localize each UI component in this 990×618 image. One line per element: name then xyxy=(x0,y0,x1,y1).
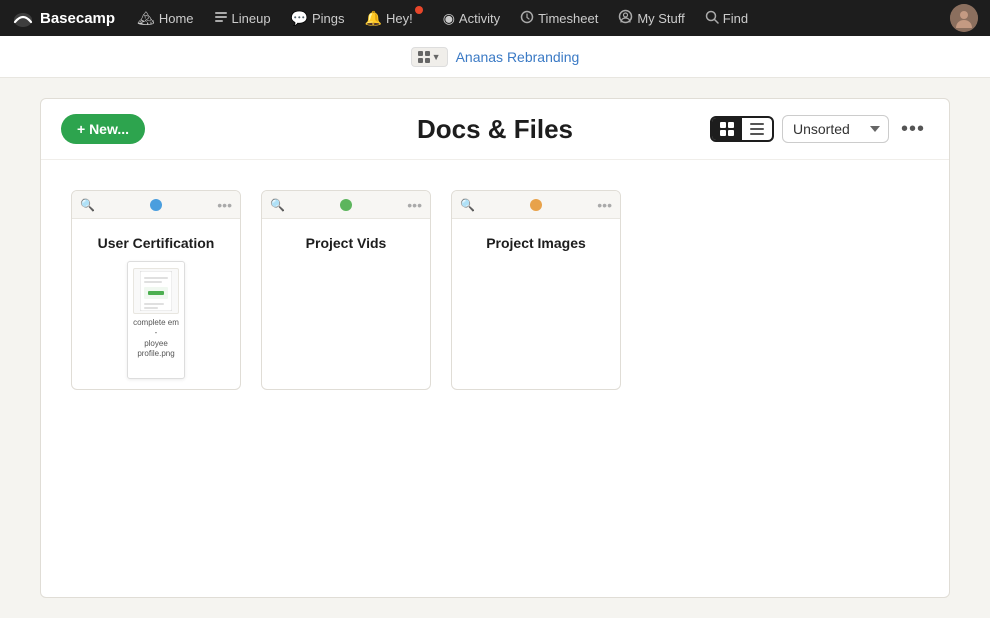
file-name: complete em-ployeeprofile.png xyxy=(132,318,180,360)
folder-files xyxy=(462,261,610,379)
folder-search-icon: 🔍 xyxy=(460,198,475,212)
topnav-right xyxy=(950,4,978,32)
list-view-icon xyxy=(750,122,764,136)
sort-select[interactable]: Unsorted By Name By Date By Creator xyxy=(782,115,889,143)
file-preview xyxy=(133,268,179,314)
nav-pings[interactable]: 💬 Pings xyxy=(283,0,353,36)
hey-icon: 🔔 xyxy=(365,10,382,27)
main-content: + New... Docs & Files xyxy=(0,78,990,618)
nav-pings-label: Pings xyxy=(312,11,345,26)
chevron-down-icon: ▼ xyxy=(432,52,441,62)
folder-header: 🔍 ••• xyxy=(262,191,430,219)
nav-find[interactable]: Find xyxy=(697,0,756,36)
grid-view-button[interactable] xyxy=(712,118,742,140)
folder-header: 🔍 ••• xyxy=(72,191,240,219)
folder-files xyxy=(272,261,420,379)
basecamp-logo[interactable]: Basecamp xyxy=(12,7,115,29)
folder-more-icon[interactable]: ••• xyxy=(597,197,612,213)
folder-project-vids[interactable]: 🔍 ••• Project Vids xyxy=(261,190,431,390)
nav-lineup[interactable]: Lineup xyxy=(206,0,279,36)
nav-activity-label: Activity xyxy=(459,11,500,26)
more-options-button[interactable]: ••• xyxy=(897,113,929,145)
app-name: Basecamp xyxy=(40,10,115,27)
nav-lineup-label: Lineup xyxy=(232,11,271,26)
hey-badge xyxy=(415,6,423,14)
nav-home[interactable]: 🏔 Home xyxy=(129,0,201,36)
nav-activity[interactable]: ◉ Activity xyxy=(435,0,508,36)
breadcrumb-bar: ▼ Ananas Rebranding xyxy=(0,36,990,78)
folder-color-dot xyxy=(150,199,162,211)
folder-body: Project Vids xyxy=(262,219,430,389)
folder-project-images[interactable]: 🔍 ••• Project Images xyxy=(451,190,621,390)
ellipsis-icon: ••• xyxy=(901,118,925,141)
folder-header: 🔍 ••• xyxy=(452,191,620,219)
folders-grid: 🔍 ••• User Certification xyxy=(41,160,949,420)
pings-icon: 💬 xyxy=(291,10,308,27)
folder-body: User Certification xyxy=(72,219,240,389)
home-icon: 🏔 xyxy=(137,10,155,27)
activity-icon: ◉ xyxy=(443,10,455,27)
nav-timesheet-label: Timesheet xyxy=(538,11,598,26)
nav-mystuff[interactable]: My Stuff xyxy=(610,0,692,36)
folder-search-icon: 🔍 xyxy=(270,198,285,212)
timesheet-icon xyxy=(520,10,534,27)
file-thumbnail[interactable]: complete em-ployeeprofile.png xyxy=(127,261,185,379)
toolbar-right: Unsorted By Name By Date By Creator ••• xyxy=(710,113,929,145)
grid-view-icon xyxy=(720,122,734,136)
folder-search-icon: 🔍 xyxy=(80,198,95,212)
folder-body: Project Images xyxy=(452,219,620,389)
avatar[interactable] xyxy=(950,4,978,32)
nav-find-label: Find xyxy=(723,11,748,26)
top-navigation: Basecamp 🏔 Home Lineup 💬 Pings 🔔 Hey! ◉ … xyxy=(0,0,990,36)
folder-color-dot xyxy=(530,199,542,211)
page-title: Docs & Files xyxy=(417,114,573,145)
lineup-icon xyxy=(214,10,228,27)
folder-user-certification[interactable]: 🔍 ••• User Certification xyxy=(71,190,241,390)
folder-more-icon[interactable]: ••• xyxy=(217,197,232,213)
nav-home-label: Home xyxy=(159,11,194,26)
find-icon xyxy=(705,10,719,27)
project-grid-button[interactable]: ▼ xyxy=(411,47,448,67)
docs-panel: + New... Docs & Files xyxy=(40,98,950,598)
new-button[interactable]: + New... xyxy=(61,114,145,144)
folder-more-icon[interactable]: ••• xyxy=(407,197,422,213)
nav-timesheet[interactable]: Timesheet xyxy=(512,0,606,36)
breadcrumb-project-link[interactable]: Ananas Rebranding xyxy=(456,49,580,65)
folder-color-dot xyxy=(340,199,352,211)
folder-name: Project Images xyxy=(462,229,610,261)
grid-icon xyxy=(418,51,430,63)
nav-hey-label: Hey! xyxy=(386,11,413,26)
nav-hey[interactable]: 🔔 Hey! xyxy=(357,0,431,36)
folder-name: Project Vids xyxy=(272,229,420,261)
folder-files: complete em-ployeeprofile.png xyxy=(82,261,230,379)
docs-toolbar: + New... Docs & Files xyxy=(41,99,949,160)
folder-name: User Certification xyxy=(82,229,230,261)
list-view-button[interactable] xyxy=(742,118,772,140)
view-toggle xyxy=(710,116,774,142)
mystuff-icon xyxy=(618,9,633,27)
nav-mystuff-label: My Stuff xyxy=(637,11,684,26)
